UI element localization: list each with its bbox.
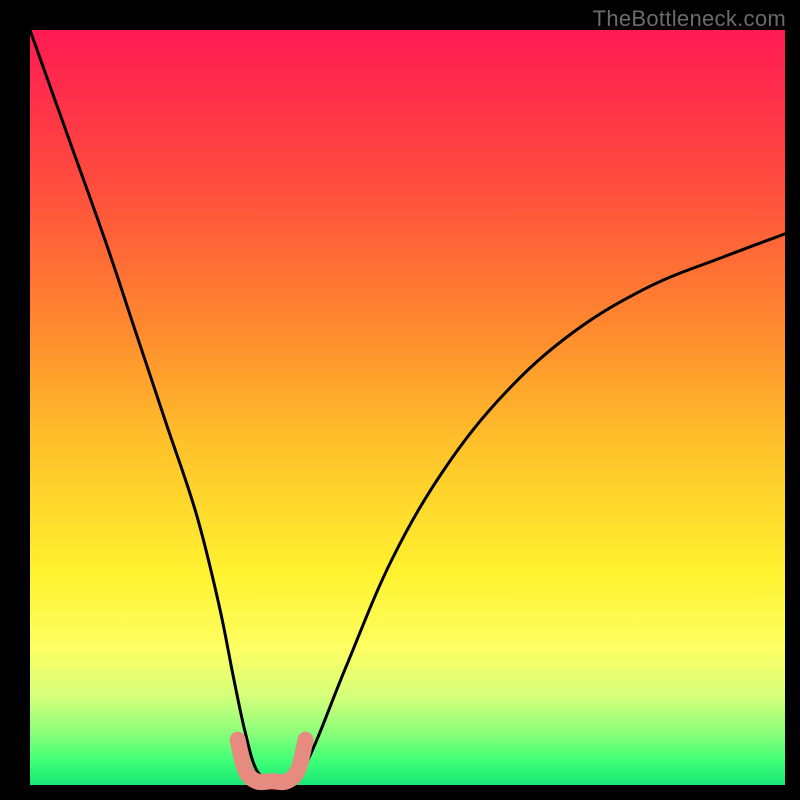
chart-stage: TheBottleneck.com <box>0 0 800 800</box>
plot-background <box>30 30 785 785</box>
watermark-label: TheBottleneck.com <box>593 6 786 32</box>
chart-svg <box>0 0 800 800</box>
